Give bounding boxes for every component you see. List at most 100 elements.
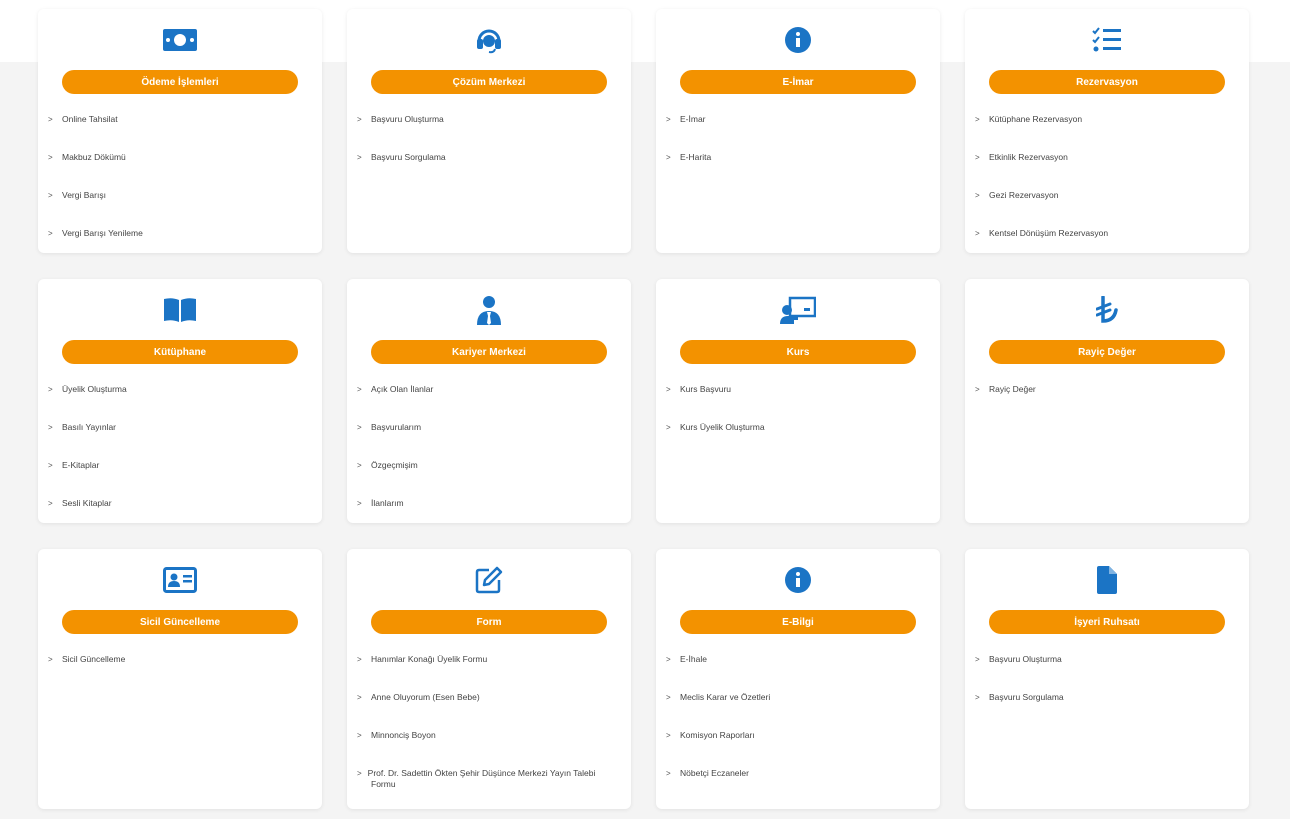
link-item[interactable]: > Komisyon Raporları [666, 724, 926, 762]
chevron-right-icon: > [975, 153, 980, 162]
card-rezervasyon: Rezervasyon > Kütüphane Rezervasyon > Etki… [965, 9, 1249, 253]
chevron-right-icon: > [48, 655, 53, 664]
book-icon [38, 294, 322, 326]
chevron-right-icon: > [975, 385, 980, 394]
chevron-right-icon: > [666, 115, 671, 124]
link-item[interactable]: > Prof. Dr. Sadettin Ökten Şehir Düşünce … [357, 762, 617, 800]
link-item[interactable]: > Etkinlik Rezervasyon [975, 146, 1235, 184]
link-item[interactable]: > Gezi Rezervasyon [975, 184, 1235, 222]
link-item[interactable]: > Başvuru Oluşturma [357, 108, 617, 146]
user-tie-icon [347, 294, 631, 326]
link-item[interactable]: > E-Kitaplar [48, 454, 308, 492]
link-item[interactable]: > Meclis Karar ve Özetleri [666, 686, 926, 724]
link-item[interactable]: > Özgeçmişim [357, 454, 617, 492]
link-item[interactable]: > Kütüphane Rezervasyon [975, 108, 1235, 146]
link-item[interactable]: > Başvuru Sorgulama [975, 686, 1235, 724]
link-item[interactable]: > Sesli Kitaplar [48, 492, 308, 530]
link-item[interactable]: > İlanlarım [357, 492, 617, 530]
link-item[interactable]: > Başvuru Sorgulama [357, 146, 617, 184]
card-e-bilgi: E-Bilgi > E-İhale > Meclis Karar ve Özetle… [656, 549, 940, 809]
card-title[interactable]: İşyeri Ruhsatı [989, 610, 1225, 634]
chevron-right-icon: > [666, 693, 671, 702]
link-item[interactable]: > Kurs Üyelik Oluşturma [666, 416, 926, 454]
card-e-imar: E-İmar > E-İmar > E-Harita [656, 9, 940, 253]
chevron-right-icon: > [666, 769, 671, 778]
chevron-right-icon: > [666, 385, 671, 394]
teacher-board-icon [656, 294, 940, 326]
card-isyeri-ruhsati: İşyeri Ruhsatı > Başvuru Oluşturma > Başvu… [965, 549, 1249, 809]
chevron-right-icon: > [357, 115, 362, 124]
link-item[interactable]: > Kentsel Dönüşüm Rezervasyon [975, 222, 1235, 260]
chevron-right-icon: > [975, 693, 980, 702]
money-icon [38, 24, 322, 56]
headset-icon [347, 24, 631, 56]
chevron-right-icon: > [666, 423, 671, 432]
card-kariyer-merkezi: Kariyer Merkezi > Açık Olan İlanlar > Başv… [347, 279, 631, 523]
link-item[interactable]: > Basılı Yayınlar [48, 416, 308, 454]
link-item[interactable]: > Anne Oluyorum (Esen Bebe) [357, 686, 617, 724]
link-item[interactable]: > Üyelik Oluşturma [48, 378, 308, 416]
link-item[interactable]: > Vergi Barışı Yenileme [48, 222, 308, 260]
chevron-right-icon: > [48, 461, 53, 470]
card-title[interactable]: Form [371, 610, 607, 634]
card-title[interactable]: Çözüm Merkezi [371, 70, 607, 94]
services-grid: Ödeme İşlemleri > Online Tahsilat > Makbuz… [38, 9, 1249, 809]
link-item[interactable]: > Nöbetçi Eczaneler [666, 762, 926, 800]
link-item[interactable]: > Başvurularım [357, 416, 617, 454]
chevron-right-icon: > [48, 115, 53, 124]
chevron-right-icon: > [666, 153, 671, 162]
card-sicil-guncelleme: Sicil Güncelleme > Sicil Güncelleme [38, 549, 322, 809]
chevron-right-icon: > [357, 731, 362, 740]
link-item[interactable]: > Vergi Barışı [48, 184, 308, 222]
link-item[interactable]: > Rayiç Değer [975, 378, 1235, 416]
card-title[interactable]: Kariyer Merkezi [371, 340, 607, 364]
card-rayic-deger: Rayiç Değer > Rayiç Değer [965, 279, 1249, 523]
id-card-icon [38, 564, 322, 596]
info-icon [656, 24, 940, 56]
chevron-right-icon: > [48, 191, 53, 200]
chevron-right-icon: > [666, 731, 671, 740]
link-item[interactable]: > E-İmar [666, 108, 926, 146]
chevron-right-icon: > [357, 655, 362, 664]
link-item[interactable]: > E-Harita [666, 146, 926, 184]
chevron-right-icon: > [666, 655, 671, 664]
card-title[interactable]: E-Bilgi [680, 610, 916, 634]
chevron-right-icon: > [975, 655, 980, 664]
chevron-right-icon: > [357, 153, 362, 162]
chevron-right-icon: > [357, 461, 362, 470]
chevron-right-icon: > [357, 693, 362, 702]
link-item[interactable]: > Makbuz Dökümü [48, 146, 308, 184]
link-item[interactable]: > E-İhale [666, 648, 926, 686]
checklist-icon [965, 24, 1249, 56]
card-kurs: Kurs > Kurs Başvuru > Kurs Üyelik Oluşturm… [656, 279, 940, 523]
file-icon [965, 564, 1249, 596]
chevron-right-icon: > [48, 153, 53, 162]
card-form: Form > Hanımlar Konağı Üyelik Formu > Anne… [347, 549, 631, 809]
link-item[interactable]: > Açık Olan İlanlar [357, 378, 617, 416]
info-icon [656, 564, 940, 596]
link-item[interactable]: > Başvuru Oluşturma [975, 648, 1235, 686]
link-item[interactable]: > Online Tahsilat [48, 108, 308, 146]
chevron-right-icon: > [48, 229, 53, 238]
link-item[interactable]: > Hanımlar Konağı Üyelik Formu [357, 648, 617, 686]
edit-icon [347, 564, 631, 596]
link-item[interactable]: > Sicil Güncelleme [48, 648, 308, 686]
card-title[interactable]: Rezervasyon [989, 70, 1225, 94]
card-title[interactable]: Kurs [680, 340, 916, 364]
chevron-right-icon: > [48, 423, 53, 432]
card-title[interactable]: Sicil Güncelleme [62, 610, 298, 634]
link-item[interactable]: > Minnonciş Boyon [357, 724, 617, 762]
chevron-right-icon: > [48, 385, 53, 394]
chevron-right-icon: > [357, 385, 362, 394]
link-item[interactable]: > Kurs Başvuru [666, 378, 926, 416]
card-cozum-merkezi: Çözüm Merkezi > Başvuru Oluşturma > Başvur… [347, 9, 631, 253]
card-title[interactable]: Kütüphane [62, 340, 298, 364]
card-title[interactable]: Ödeme İşlemleri [62, 70, 298, 94]
chevron-right-icon: > [975, 191, 980, 200]
chevron-right-icon: > [357, 769, 362, 778]
card-title[interactable]: E-İmar [680, 70, 916, 94]
chevron-right-icon: > [48, 499, 53, 508]
chevron-right-icon: > [975, 115, 980, 124]
card-title[interactable]: Rayiç Değer [989, 340, 1225, 364]
lira-icon [965, 294, 1249, 326]
